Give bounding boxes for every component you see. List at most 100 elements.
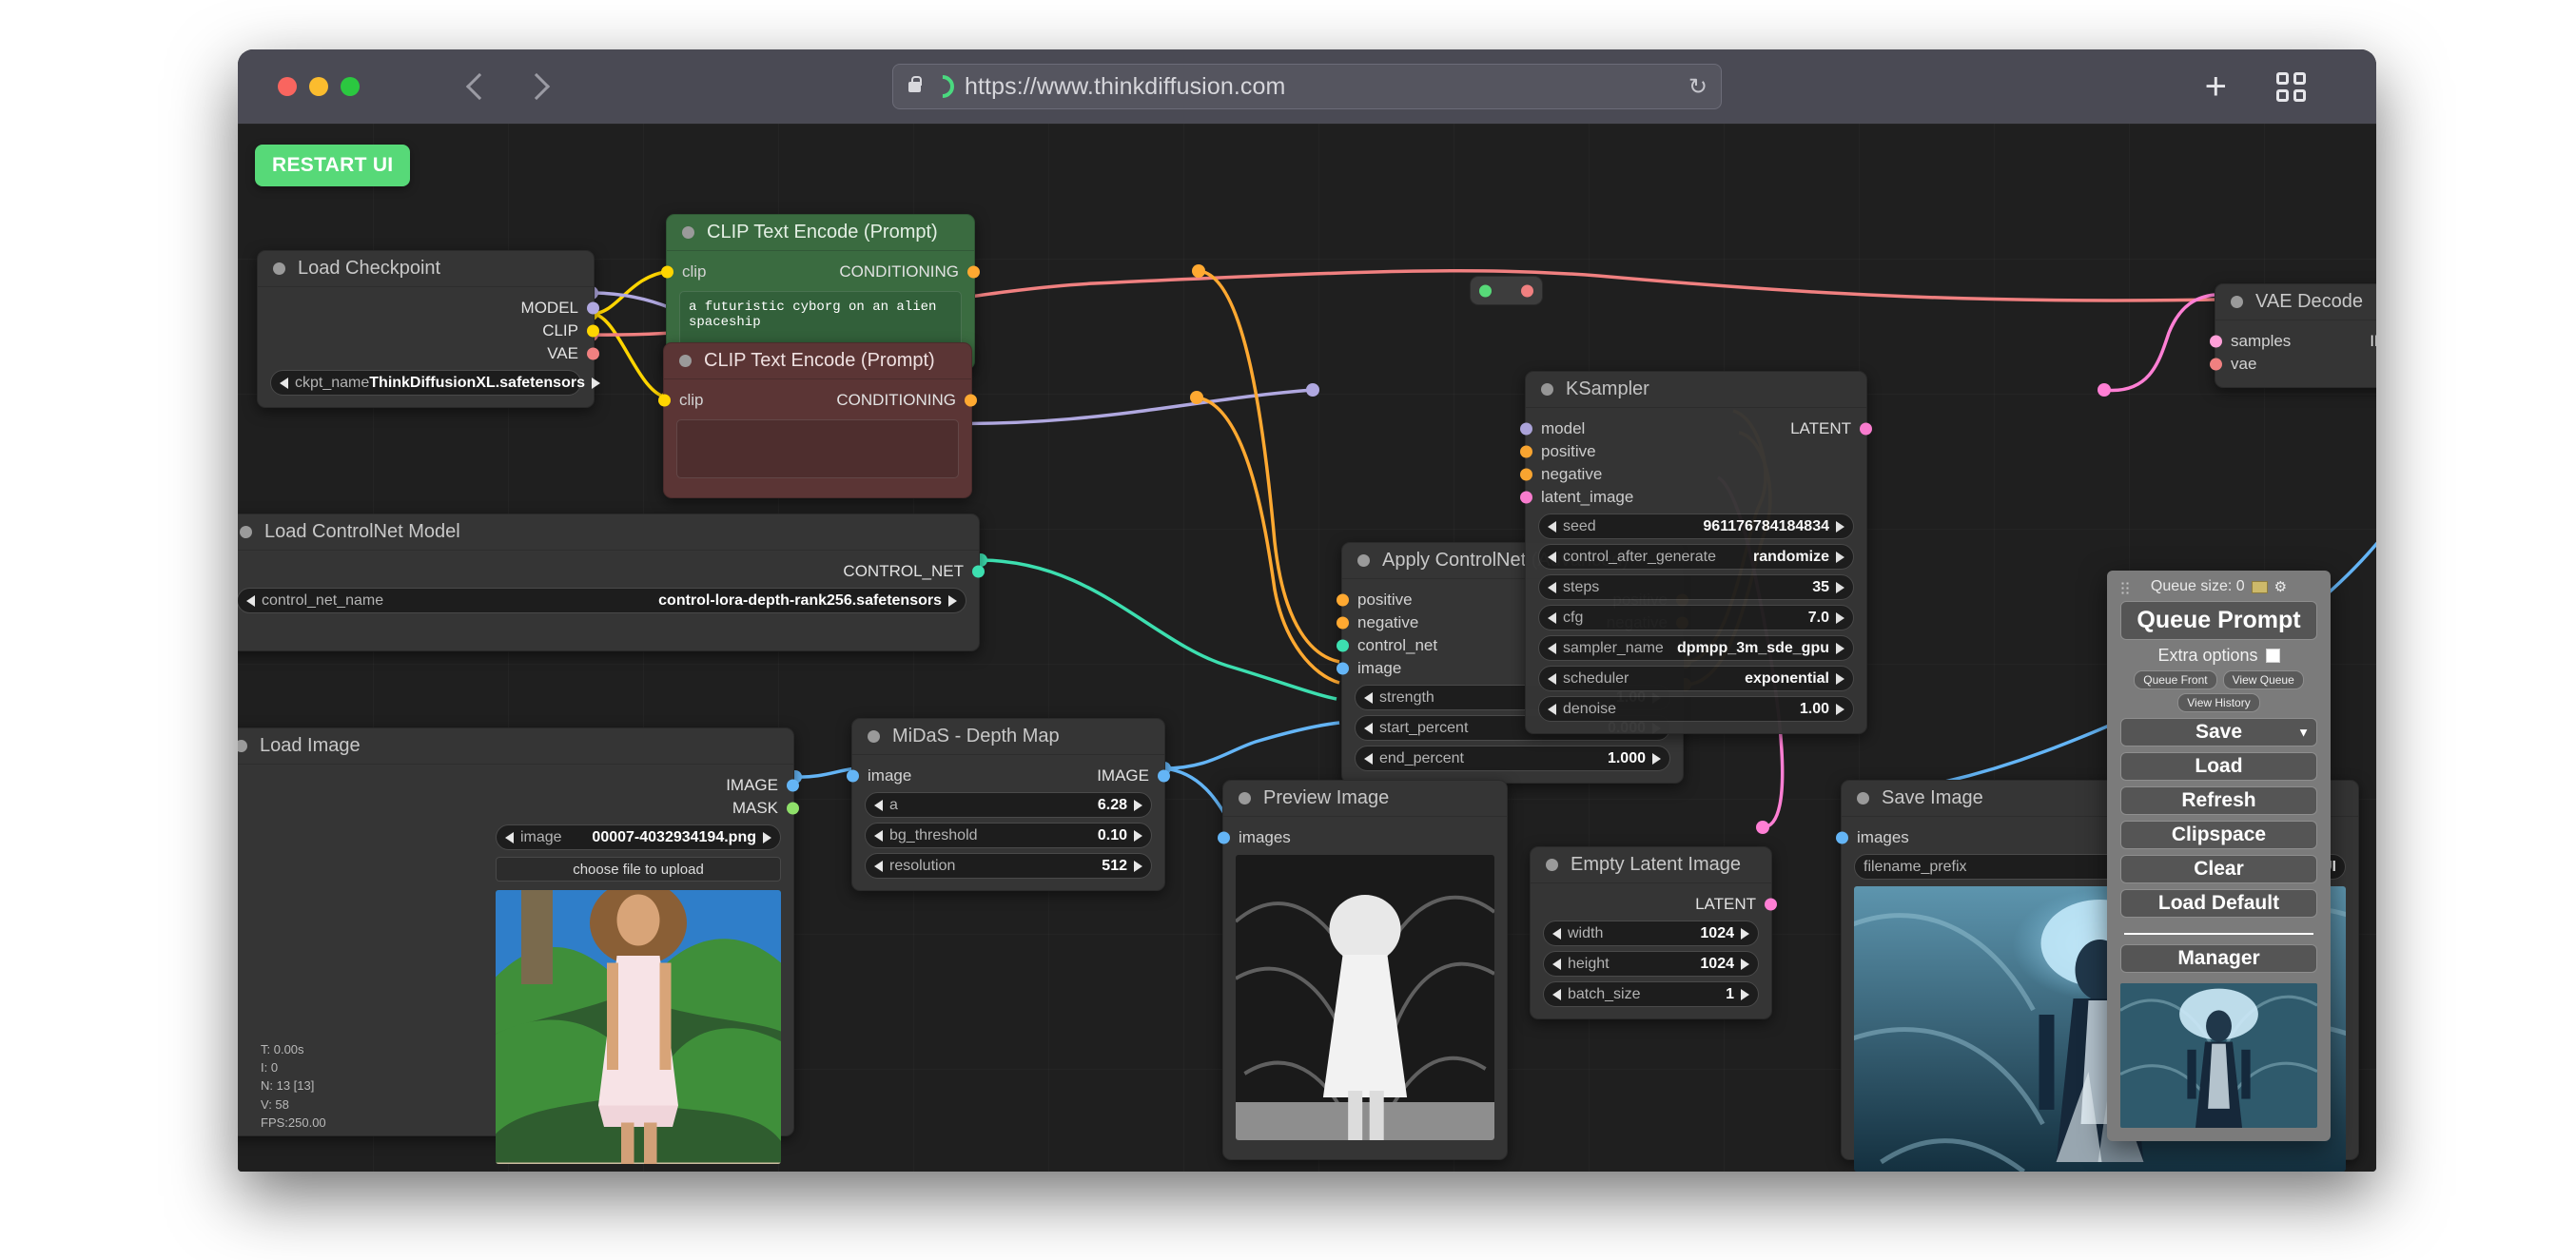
decrement-icon[interactable] xyxy=(874,861,883,872)
clipspace-button[interactable]: Clipspace xyxy=(2120,821,2317,849)
widget-seed[interactable]: seed 961176784184834 xyxy=(1538,514,1854,539)
decrement-icon[interactable] xyxy=(505,832,514,843)
reload-icon[interactable]: ↻ xyxy=(1688,73,1708,101)
decrement-icon[interactable] xyxy=(1548,704,1556,715)
increment-icon[interactable] xyxy=(1134,800,1142,811)
negative-input-slot[interactable] xyxy=(1520,469,1532,481)
output-model[interactable]: MODEL xyxy=(258,297,594,320)
new-tab-icon[interactable]: + xyxy=(2205,68,2227,106)
widget-end-percent[interactable]: end_percent 1.000 xyxy=(1355,746,1670,771)
maximize-window-button[interactable] xyxy=(341,77,360,96)
collapse-icon[interactable] xyxy=(1541,383,1553,396)
view-history-button[interactable]: View History xyxy=(2177,693,2259,712)
latent-output-slot[interactable] xyxy=(1765,899,1777,911)
model-input-slot[interactable] xyxy=(1520,423,1532,436)
model-output-slot[interactable] xyxy=(587,302,599,315)
samples-input-slot[interactable] xyxy=(2210,336,2222,348)
increment-icon[interactable] xyxy=(592,378,600,389)
decrement-icon[interactable] xyxy=(1552,989,1561,1000)
image-input-slot[interactable] xyxy=(1337,663,1349,675)
collapse-icon[interactable] xyxy=(273,262,285,275)
prompt-textarea[interactable]: a futuristic cyborg on an alien spaceshi… xyxy=(679,291,962,350)
collapse-icon[interactable] xyxy=(1857,792,1869,804)
chevron-down-icon[interactable]: ▼ xyxy=(2297,726,2310,740)
collapse-icon[interactable] xyxy=(868,730,880,743)
widget-steps[interactable]: steps 35 xyxy=(1538,574,1854,600)
widget-width[interactable]: width 1024 xyxy=(1543,921,1759,946)
clip-input-slot[interactable] xyxy=(658,395,671,407)
reroute-input-slot[interactable] xyxy=(1479,284,1492,297)
negative-input-slot[interactable] xyxy=(1337,617,1349,630)
prompt-textarea[interactable] xyxy=(676,419,959,478)
row-images[interactable]: images xyxy=(1223,826,1507,849)
increment-icon[interactable] xyxy=(1652,753,1661,765)
window-controls[interactable] xyxy=(278,77,360,96)
widget-resolution[interactable]: resolution 512 xyxy=(865,853,1152,879)
node-clip-text-encode-negative[interactable]: CLIP Text Encode (Prompt) clip CONDITION… xyxy=(663,342,972,498)
node-ksampler[interactable]: KSampler model LATENT positive negative xyxy=(1525,371,1867,734)
widget-image-file[interactable]: image 00007-4032934194.png xyxy=(496,824,781,850)
node-preview-image[interactable]: Preview Image images xyxy=(1222,780,1508,1160)
increment-icon[interactable] xyxy=(763,832,771,843)
output-vae[interactable]: VAE xyxy=(258,342,594,365)
controlnet-output-slot[interactable] xyxy=(972,566,985,578)
decrement-icon[interactable] xyxy=(1548,521,1556,533)
gear-icon[interactable]: ⚙ xyxy=(2274,580,2287,594)
vae-input-slot[interactable] xyxy=(2210,359,2222,371)
row-latent-image[interactable]: latent_image xyxy=(1526,486,1866,509)
image-icon[interactable] xyxy=(2252,581,2268,593)
decrement-icon[interactable] xyxy=(1548,643,1556,654)
widget-a[interactable]: a 6.28 xyxy=(865,792,1152,818)
increment-icon[interactable] xyxy=(1836,582,1844,593)
increment-icon[interactable] xyxy=(1134,861,1142,872)
increment-icon[interactable] xyxy=(1741,928,1749,940)
back-icon[interactable] xyxy=(466,73,493,100)
increment-icon[interactable] xyxy=(1836,643,1844,654)
extra-options-checkbox[interactable] xyxy=(2266,649,2280,663)
increment-icon[interactable] xyxy=(1836,704,1844,715)
conditioning-output-slot[interactable] xyxy=(965,395,977,407)
node-midas-depth-map[interactable]: MiDaS - Depth Map image IMAGE a 6.28 xyxy=(851,718,1165,891)
decrement-icon[interactable] xyxy=(246,595,255,607)
output-control-net[interactable]: CONTROL_NET xyxy=(238,560,979,583)
close-window-button[interactable] xyxy=(278,77,297,96)
widget-height[interactable]: height 1024 xyxy=(1543,951,1759,977)
reroute-node[interactable] xyxy=(1470,276,1543,305)
row-vae[interactable]: vae xyxy=(2215,353,2376,376)
widget-sampler-name[interactable]: sampler_name dpmpp_3m_sde_gpu xyxy=(1538,635,1854,661)
increment-icon[interactable] xyxy=(1134,830,1142,842)
collapse-icon[interactable] xyxy=(682,226,694,239)
save-button[interactable]: Save ▼ xyxy=(2120,718,2317,746)
collapse-icon[interactable] xyxy=(1357,554,1370,567)
comfyui-canvas[interactable]: RESTART UI Load Checkpoint MODEL CLIP xyxy=(238,124,2376,1172)
address-bar[interactable]: https://www.thinkdiffusion.com ↻ xyxy=(892,64,1722,109)
collapse-icon[interactable] xyxy=(238,740,247,752)
widget-ckpt-name[interactable]: ckpt_name ThinkDiffusionXL.safetensors xyxy=(270,370,581,396)
increment-icon[interactable] xyxy=(948,595,957,607)
output-mask[interactable]: MASK xyxy=(238,797,793,820)
load-default-button[interactable]: Load Default xyxy=(2120,889,2317,918)
output-clip[interactable]: CLIP xyxy=(258,320,594,342)
view-queue-button[interactable]: View Queue xyxy=(2223,670,2304,689)
node-load-controlnet-model[interactable]: Load ControlNet Model CONTROL_NET contro… xyxy=(238,514,980,651)
image-output-slot[interactable] xyxy=(1158,770,1170,783)
decrement-icon[interactable] xyxy=(1548,673,1556,685)
decrement-icon[interactable] xyxy=(1548,552,1556,563)
load-button[interactable]: Load xyxy=(2120,752,2317,781)
decrement-icon[interactable] xyxy=(280,378,288,389)
widget-cfg[interactable]: cfg 7.0 xyxy=(1538,605,1854,630)
reroute-output-slot[interactable] xyxy=(1521,284,1533,297)
increment-icon[interactable] xyxy=(1836,673,1844,685)
comfyui-menu-panel[interactable]: Queue size: 0 ⚙ Queue Prompt Extra optio… xyxy=(2107,571,2331,1141)
image-output-slot[interactable] xyxy=(787,780,799,792)
increment-icon[interactable] xyxy=(1741,989,1749,1000)
output-image[interactable]: IMAGE xyxy=(238,774,793,797)
mask-output-slot[interactable] xyxy=(787,803,799,815)
decrement-icon[interactable] xyxy=(1548,612,1556,624)
manager-button[interactable]: Manager xyxy=(2120,944,2317,973)
navigation-buttons[interactable] xyxy=(470,77,546,96)
clear-button[interactable]: Clear xyxy=(2120,855,2317,883)
clip-io-row[interactable]: clip CONDITIONING xyxy=(664,389,971,412)
increment-icon[interactable] xyxy=(1836,612,1844,624)
restart-ui-button[interactable]: RESTART UI xyxy=(255,145,410,186)
